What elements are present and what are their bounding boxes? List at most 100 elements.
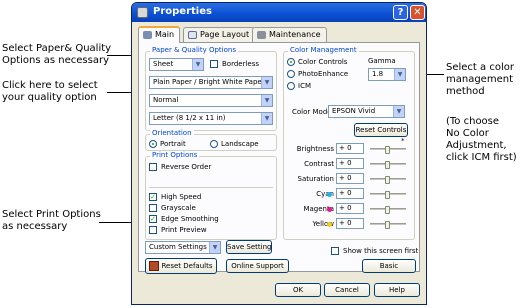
adjustment-label: Brightness <box>296 145 334 153</box>
tab-maintenance-label: Maintenance <box>269 30 321 39</box>
photoenhance-radio-dot <box>287 70 295 78</box>
paper-source-select[interactable]: Sheet ▼ <box>149 58 204 71</box>
icm-radio[interactable]: ICM <box>287 81 311 91</box>
tab-main[interactable]: Main <box>138 26 181 43</box>
photoenhance-radio[interactable]: PhotoEnhance <box>287 69 348 79</box>
cyan-swatch-icon <box>327 192 332 197</box>
landscape-label: Landscape <box>221 140 259 148</box>
tab-page-layout[interactable]: Page Layout <box>183 27 256 42</box>
color-controls-label: Color Controls <box>298 58 348 66</box>
borderless-label: Borderless <box>222 60 260 68</box>
paper-type-select[interactable]: Plain Paper / Bright White Paper ▼ <box>149 76 273 89</box>
reverse-order-box <box>149 163 157 171</box>
color-controls-radio[interactable]: Color Controls <box>287 57 347 67</box>
online-support-button[interactable]: Online Support <box>226 259 289 273</box>
adjustment-slider-track[interactable] <box>370 161 406 169</box>
custom-settings-select[interactable]: Custom Settings ▼ <box>145 241 221 254</box>
reset-controls-button[interactable]: Reset Controls <box>354 123 408 137</box>
cancel-button[interactable]: Cancel <box>324 283 370 297</box>
landscape-radio[interactable]: Landscape <box>210 139 259 149</box>
color-management-title: Color Management <box>288 46 359 54</box>
chevron-down-icon: ▼ <box>192 59 203 70</box>
orientation-group: Orientation Portrait Landscape <box>145 129 277 151</box>
adjustment-slider-track[interactable] <box>370 146 406 154</box>
tab-page-layout-label: Page Layout <box>200 30 250 39</box>
portrait-radio[interactable]: Portrait <box>149 139 186 149</box>
main-tab-panel: Paper & Quality Options Sheet ▼ Borderle… <box>138 42 420 274</box>
grayscale-label: Grayscale <box>161 204 196 212</box>
orientation-title: Orientation <box>150 129 194 137</box>
paper-size-select[interactable]: Letter (8 1/2 x 11 in) ▼ <box>149 112 273 125</box>
icm-label: ICM <box>298 82 311 90</box>
print-preview-checkbox[interactable]: Print Preview <box>149 225 207 235</box>
adjustment-value-field[interactable]: + 0 <box>336 218 364 229</box>
high-speed-check-icon: ✓ <box>149 193 157 201</box>
adjustment-slider-track[interactable] <box>370 176 406 184</box>
adjustment-value-field[interactable]: + 0 <box>336 173 364 184</box>
reverse-order-checkbox[interactable]: Reverse Order <box>149 162 211 172</box>
adjustment-value-field[interactable]: + 0 <box>336 158 364 169</box>
quality-select[interactable]: Normal ▼ <box>149 94 273 107</box>
callout-print-options: Select Print Options as necessary <box>2 209 101 232</box>
close-icon[interactable]: ✕ <box>410 5 425 20</box>
print-preview-box <box>149 226 157 234</box>
high-speed-checkbox[interactable]: ✓ High Speed <box>149 192 201 202</box>
yellow-swatch-icon <box>327 222 332 227</box>
reverse-order-label: Reverse Order <box>161 163 212 171</box>
page-layout-tab-icon <box>188 31 197 39</box>
magenta-swatch-icon <box>327 207 332 212</box>
adjustment-slider-thumb[interactable] <box>385 221 390 229</box>
adjustment-slider-thumb[interactable] <box>385 206 390 214</box>
window-title: Properties <box>153 6 212 17</box>
paper-quality-title: Paper & Quality Options <box>150 46 238 54</box>
gamma-value: 1.8 <box>372 70 384 78</box>
show-screen-first-checkbox[interactable]: Show this screen first <box>331 246 418 256</box>
help-icon[interactable]: ? <box>393 5 408 20</box>
adjustment-slider-thumb[interactable] <box>385 161 390 169</box>
reset-defaults-icon <box>149 261 159 271</box>
borderless-checkbox[interactable]: Borderless <box>210 59 259 69</box>
adjustment-row-contrast: Contrast + 0 <box>284 158 412 170</box>
adjustment-slider-thumb[interactable] <box>385 176 390 184</box>
ok-button[interactable]: OK <box>275 283 321 297</box>
color-mode-select[interactable]: EPSON Vivid ▼ <box>328 105 405 118</box>
adjustment-row-brightness: Brightness + 0 <box>284 143 412 155</box>
print-options-divider <box>149 187 273 188</box>
help-button[interactable]: Help <box>374 283 420 297</box>
show-screen-first-box <box>331 247 339 255</box>
paper-type-value: Plain Paper / Bright White Paper <box>153 78 265 86</box>
chevron-down-icon: ▼ <box>261 113 272 124</box>
adjustment-slider-thumb[interactable] <box>385 146 390 154</box>
gamma-select[interactable]: 1.8 ▼ <box>368 68 406 81</box>
adjustment-slider-thumb[interactable] <box>385 191 390 199</box>
landscape-radio-dot <box>210 140 218 148</box>
paper-quality-group: Paper & Quality Options Sheet ▼ Borderle… <box>145 46 277 131</box>
adjustment-value-field[interactable]: + 0 <box>336 143 364 154</box>
callout-no-color-adjustment: (To choose No Color Adjustment, click IC… <box>446 116 517 163</box>
chevron-down-icon: ▼ <box>394 69 405 80</box>
maintenance-tab-icon <box>257 31 266 39</box>
color-controls-radio-dot <box>287 58 295 66</box>
chevron-down-icon: ▼ <box>261 77 272 88</box>
grayscale-box <box>149 204 157 212</box>
print-options-group: Print Options Reverse Order ✓ High Speed… <box>145 151 277 240</box>
properties-dialog: Properties ? ✕ Main Page Layout Maintena… <box>131 2 427 305</box>
title-bar[interactable]: Properties ? ✕ <box>132 3 426 22</box>
tab-maintenance[interactable]: Maintenance <box>252 27 327 42</box>
edge-smoothing-checkbox[interactable]: ✓ Edge Smoothing <box>149 214 219 224</box>
adjustment-slider-track[interactable] <box>370 221 406 229</box>
custom-settings-value: Custom Settings <box>149 243 207 251</box>
adjustment-value-field[interactable]: + 0 <box>336 203 364 214</box>
basic-button[interactable]: Basic <box>362 259 416 273</box>
color-management-group: Color Management Color Controls PhotoEnh… <box>283 46 415 240</box>
adjustment-value-field[interactable]: + 0 <box>336 188 364 199</box>
adjustment-slider-track[interactable] <box>370 191 406 199</box>
save-setting-button[interactable]: Save Setting <box>226 240 272 254</box>
show-screen-first-label: Show this screen first <box>343 247 419 255</box>
color-mode-value: EPSON Vivid <box>332 107 376 115</box>
grayscale-checkbox[interactable]: Grayscale <box>149 203 196 213</box>
icm-radio-dot <box>287 82 295 90</box>
photoenhance-label: PhotoEnhance <box>298 70 349 78</box>
adjustment-slider-track[interactable] <box>370 206 406 214</box>
reset-defaults-button[interactable]: Reset Defaults <box>145 258 217 274</box>
